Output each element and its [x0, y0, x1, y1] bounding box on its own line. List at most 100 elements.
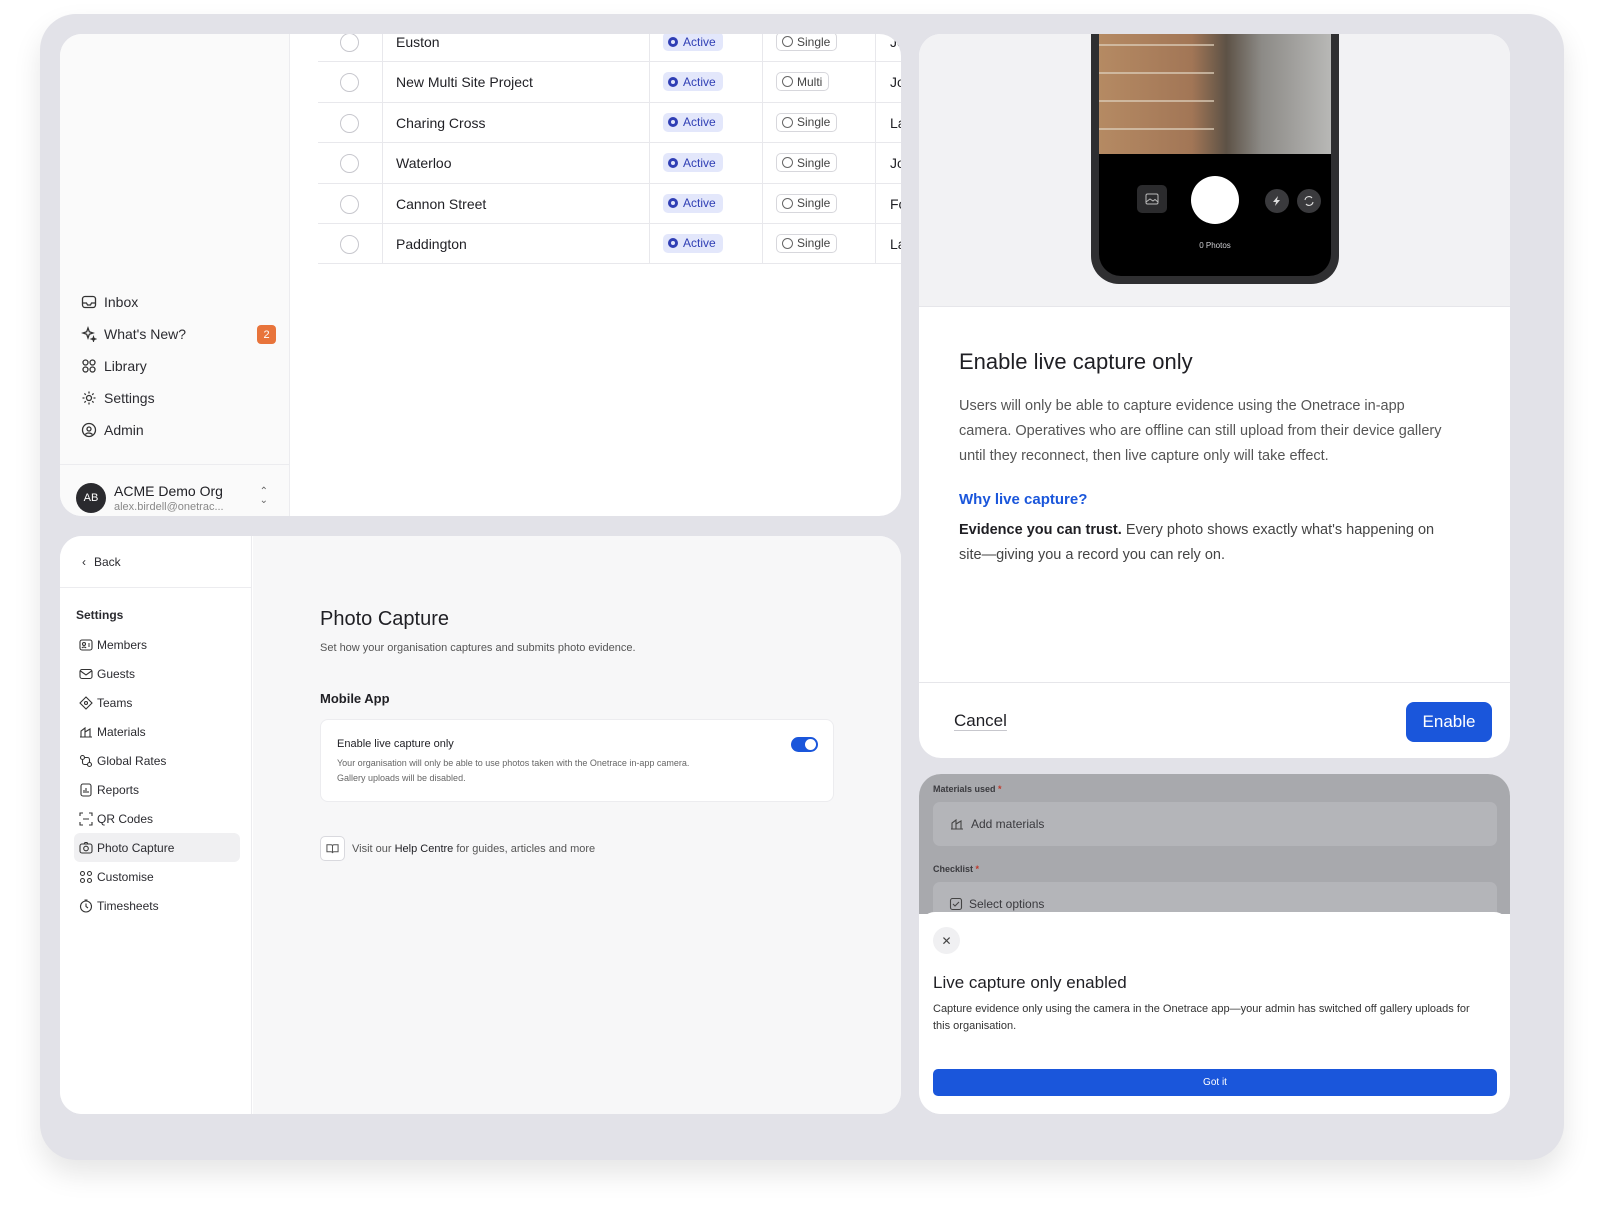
settings-item-photo-capture[interactable]: Photo Capture [74, 833, 240, 862]
status-badge: Active [663, 193, 723, 213]
type-badge: Single [776, 153, 838, 173]
row-checkbox[interactable] [340, 34, 359, 52]
clock-icon [78, 898, 93, 913]
library-icon [80, 357, 98, 375]
settings-item-materials[interactable]: Materials [74, 717, 240, 746]
reports-icon [78, 782, 93, 797]
camera-icon [78, 840, 93, 855]
project-name[interactable]: Charing Cross [396, 115, 485, 131]
type-badge: Single [776, 193, 838, 213]
section-heading: Mobile App [320, 691, 390, 706]
project-name[interactable]: Cannon Street [396, 196, 486, 212]
main-sidebar: Inbox What's New? 2 Library Settings Adm… [60, 34, 290, 516]
gallery-icon[interactable] [1137, 185, 1167, 213]
settings-sidebar: ‹ Back Settings Members Guests Teams Mat… [60, 536, 252, 1114]
owner-name: La [890, 235, 901, 252]
shutter-button[interactable] [1191, 176, 1239, 224]
settings-item-qr-codes[interactable]: QR Codes [74, 804, 240, 833]
chevron-up-down-icon: ⌃ ⌄ [259, 486, 268, 506]
org-switcher[interactable]: AB ACME Demo Org alex.birdell@onetrac...… [60, 464, 290, 516]
help-centre-hint: Visit our Help Centre for guides, articl… [320, 836, 595, 861]
settings-item-reports[interactable]: Reports [74, 775, 240, 804]
nav-item-admin[interactable]: Admin [80, 414, 280, 446]
site-type-icon [782, 237, 793, 249]
close-icon[interactable]: ✕ [933, 927, 960, 954]
org-info: ACME Demo Org alex.birdell@onetrac... [114, 483, 234, 513]
live-capture-toggle[interactable] [791, 737, 818, 752]
chevron-left-icon: ‹ [82, 554, 86, 569]
got-it-button[interactable]: Got it [933, 1069, 1497, 1096]
settings-guests-label: Guests [97, 666, 136, 681]
column-divider [762, 183, 763, 223]
column-divider [875, 223, 876, 264]
gear-icon [80, 389, 98, 407]
page-subtitle: Set how your organisation captures and s… [320, 642, 636, 654]
table-row[interactable]: Cannon Street Active Single Fo [318, 183, 901, 224]
help-centre-link[interactable]: Help Centre [395, 843, 454, 855]
project-name[interactable]: Paddington [396, 236, 467, 252]
nav-item-inbox[interactable]: Inbox [80, 286, 280, 318]
settings-item-timesheets[interactable]: Timesheets [74, 891, 240, 920]
add-materials-field[interactable]: Add materials [933, 802, 1497, 846]
table-row[interactable]: Waterloo Active Single Jo [318, 143, 901, 184]
row-checkbox[interactable] [340, 154, 359, 174]
status-dot-icon [668, 36, 678, 47]
enable-live-capture-dialog: 0 Photos Enable live capture only Users … [919, 34, 1510, 758]
sheet-body: Capture evidence only using the camera i… [933, 1003, 1470, 1032]
back-button[interactable]: ‹ Back [60, 536, 252, 588]
setting-title: Enable live capture only [337, 738, 454, 750]
project-name[interactable]: Waterloo [396, 155, 452, 171]
settings-teams-label: Teams [97, 695, 133, 710]
checklist-label: Checklist * [933, 864, 979, 874]
settings-item-members[interactable]: Members [74, 630, 240, 659]
projects-panel: Inbox What's New? 2 Library Settings Adm… [60, 34, 901, 516]
nav-item-library[interactable]: Library [80, 350, 280, 382]
row-checkbox[interactable] [340, 234, 359, 254]
setting-description: Your organisation will only be able to u… [337, 758, 690, 783]
column-divider [875, 62, 876, 102]
column-divider [875, 143, 876, 183]
dialog-footer: Cancel Enable [919, 682, 1510, 758]
project-name[interactable]: Euston [396, 34, 440, 50]
settings-item-teams[interactable]: Teams [74, 688, 240, 717]
photo-capture-settings: Photo Capture Set how your organisation … [253, 536, 901, 1114]
teams-icon [78, 695, 93, 710]
status-label: Active [683, 196, 716, 211]
column-divider [382, 34, 383, 62]
required-mark: * [975, 864, 980, 874]
brick-line [1099, 72, 1214, 74]
settings-item-customise[interactable]: Customise [74, 862, 240, 891]
status-label: Active [683, 155, 716, 170]
settings-customise-label: Customise [97, 869, 154, 884]
table-row[interactable]: Paddington Active Single La [318, 223, 901, 265]
nav-item-whats-new[interactable]: What's New? 2 [80, 318, 280, 350]
nav-item-settings[interactable]: Settings [80, 382, 280, 414]
nav-settings-label: Settings [104, 390, 155, 406]
status-badge: Active [663, 34, 723, 51]
site-type-icon [782, 76, 793, 88]
table-row[interactable]: Charing Cross Active Single La [318, 102, 901, 144]
type-badge: Single [776, 233, 838, 253]
column-divider [382, 223, 383, 264]
status-label: Active [683, 74, 716, 89]
settings-item-guests[interactable]: Guests [74, 659, 240, 688]
row-checkbox[interactable] [340, 73, 359, 93]
table-row[interactable]: Euston Active Single Jo [318, 34, 901, 63]
table-row[interactable]: New Multi Site Project Active Multi Jo [318, 62, 901, 103]
camera-screen: 0 Photos [1099, 34, 1331, 276]
select-options-placeholder: Select options [969, 897, 1045, 911]
row-checkbox[interactable] [340, 113, 359, 133]
nav-inbox-label: Inbox [104, 294, 139, 310]
enable-button[interactable]: Enable [1406, 702, 1492, 742]
org-name: ACME Demo Org [114, 482, 223, 499]
cancel-button[interactable]: Cancel [954, 711, 1007, 731]
column-divider [875, 183, 876, 223]
settings-item-global-rates[interactable]: Global Rates [74, 746, 240, 775]
project-name[interactable]: New Multi Site Project [396, 74, 533, 90]
back-label: Back [94, 554, 121, 569]
mobile-notice-panel: Materials used * Add materials Checklist… [919, 774, 1510, 1114]
flash-icon[interactable] [1265, 189, 1289, 213]
flip-camera-icon[interactable] [1297, 189, 1321, 213]
row-checkbox[interactable] [340, 194, 359, 214]
nav-whats-new-label: What's New? [104, 326, 187, 342]
